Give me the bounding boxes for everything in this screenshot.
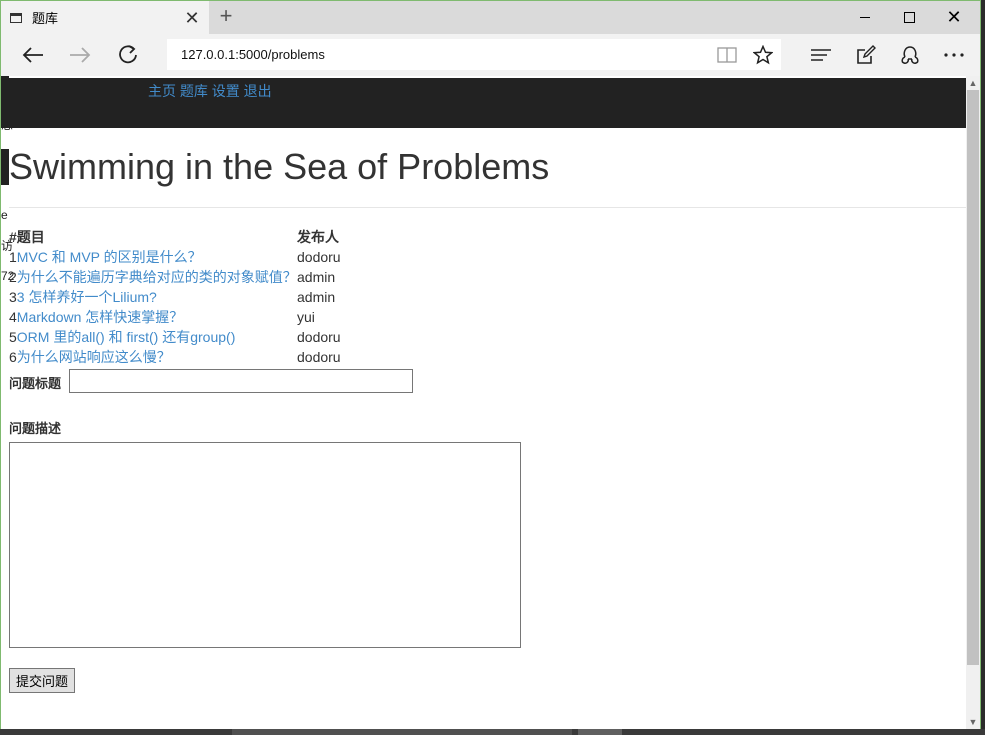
new-tab-button[interactable]: + bbox=[214, 5, 238, 29]
problems-table: #题目 发布人 1MVC 和 MVP 的区别是什么？ dodoru 2为什么不能… bbox=[9, 227, 341, 367]
background-bar bbox=[1, 149, 9, 185]
refresh-button[interactable] bbox=[108, 34, 148, 76]
table-header-row: #题目 发布人 bbox=[9, 227, 341, 247]
nav-link-settings[interactable]: 设置 bbox=[212, 83, 240, 99]
divider bbox=[9, 207, 966, 208]
page-title: Swimming in the Sea of Problems bbox=[9, 146, 550, 187]
back-arrow-icon bbox=[22, 47, 43, 63]
maximize-icon bbox=[903, 12, 915, 23]
site-nav-links: 主页 题库 设置 退出 bbox=[148, 81, 272, 101]
problem-author: admin bbox=[297, 269, 336, 285]
web-note-button[interactable] bbox=[846, 34, 886, 76]
submit-button[interactable]: 提交问题 bbox=[9, 668, 76, 693]
favorite-star-icon bbox=[753, 44, 773, 64]
browser-window: 题库 ✕ + ✕ 127.0.0.1:5000/problems m 思 e 访… bbox=[0, 0, 981, 730]
problem-link[interactable]: Markdown 怎样快速掌握？ bbox=[17, 309, 183, 325]
problem-id: 2 bbox=[9, 269, 17, 285]
problem-link[interactable]: MVC 和 MVP 的区别是什么？ bbox=[17, 249, 202, 265]
problem-id: 6 bbox=[9, 349, 17, 365]
more-icon bbox=[944, 53, 964, 57]
web-note-icon bbox=[857, 45, 876, 64]
problem-author: dodoru bbox=[297, 329, 341, 345]
problem-link[interactable]: 为什么不能遍历字典给对应的类的对象赋值？ bbox=[17, 269, 297, 285]
problem-cell: 33 怎样养好一个Lilium? bbox=[9, 287, 297, 307]
nav-link-home[interactable]: 主页 bbox=[148, 83, 176, 99]
scrollbar-thumb[interactable] bbox=[967, 90, 979, 665]
hub-icon bbox=[811, 49, 831, 61]
table-row: 1MVC 和 MVP 的区别是什么？ dodoru bbox=[9, 247, 341, 267]
table-row: 5ORM 里的all() 和 first() 还有group() dodoru bbox=[9, 327, 341, 347]
background-fragment: e bbox=[1, 208, 8, 222]
table-row: 33 怎样养好一个Lilium? admin bbox=[9, 287, 341, 307]
forward-button[interactable] bbox=[60, 34, 100, 76]
refresh-icon bbox=[119, 45, 137, 64]
taskbar-segment bbox=[232, 729, 572, 735]
nav-link-problems[interactable]: 题库 bbox=[180, 83, 208, 99]
table-row: 2为什么不能遍历字典给对应的类的对象赋值？ admin bbox=[9, 267, 341, 287]
page-viewport: m 思 e 访 72 主页 题库 设置 退出 Swimming in the S… bbox=[1, 76, 980, 729]
problem-author: admin bbox=[297, 289, 336, 305]
description-label: 问题描述 bbox=[9, 421, 62, 436]
vertical-scrollbar[interactable]: ▲ ▼ bbox=[966, 76, 980, 729]
problem-cell: 1MVC 和 MVP 的区别是什么？ bbox=[9, 247, 297, 267]
url-text[interactable]: 127.0.0.1:5000/problems bbox=[181, 47, 709, 62]
favorite-button[interactable] bbox=[745, 39, 781, 70]
title-label: 问题标题 bbox=[9, 376, 62, 391]
title-input[interactable] bbox=[69, 369, 413, 393]
problem-cell: 4Markdown 怎样快速掌握？ bbox=[9, 307, 297, 327]
header-author: 发布人 bbox=[297, 229, 339, 245]
tab-close-icon[interactable]: ✕ bbox=[181, 9, 203, 27]
forward-arrow-icon bbox=[70, 47, 91, 63]
share-icon bbox=[901, 46, 919, 64]
problem-author: yui bbox=[297, 309, 315, 325]
reading-view-button[interactable] bbox=[709, 39, 745, 70]
scroll-up-icon[interactable]: ▲ bbox=[966, 78, 980, 88]
header-num: # bbox=[9, 229, 17, 245]
problem-cell: 5ORM 里的all() 和 first() 还有group() bbox=[9, 327, 297, 347]
taskbar-segment bbox=[578, 729, 622, 735]
problem-id: 3 bbox=[9, 289, 17, 305]
page-icon bbox=[10, 12, 22, 23]
problem-id: 1 bbox=[9, 249, 17, 265]
scroll-down-icon[interactable]: ▼ bbox=[966, 717, 980, 727]
maximize-button[interactable] bbox=[886, 1, 932, 34]
problem-id: 4 bbox=[9, 309, 17, 325]
share-button[interactable] bbox=[890, 34, 930, 76]
table-row: 4Markdown 怎样快速掌握？ yui bbox=[9, 307, 341, 327]
close-window-button[interactable]: ✕ bbox=[931, 1, 977, 34]
problem-id: 5 bbox=[9, 329, 17, 345]
problem-cell: 6为什么网站响应这么慢？ bbox=[9, 347, 297, 367]
problem-author: dodoru bbox=[297, 349, 341, 365]
hub-button[interactable] bbox=[801, 34, 841, 76]
description-textarea[interactable] bbox=[9, 442, 521, 648]
problem-link[interactable]: ORM 里的all() 和 first() 还有group() bbox=[17, 329, 236, 345]
tab-bar: 题库 ✕ + ✕ bbox=[1, 1, 980, 34]
reading-view-icon bbox=[717, 46, 737, 63]
minimize-icon bbox=[860, 17, 870, 18]
taskbar-edge bbox=[0, 729, 985, 735]
problem-cell: 2为什么不能遍历字典给对应的类的对象赋值？ bbox=[9, 267, 297, 287]
site-navbar: 主页 题库 设置 退出 bbox=[9, 78, 966, 128]
problem-link[interactable]: 3 怎样养好一个Lilium? bbox=[17, 289, 157, 305]
tab-title: 题库 bbox=[32, 11, 59, 26]
close-icon: ✕ bbox=[946, 7, 962, 27]
nav-link-logout[interactable]: 退出 bbox=[244, 83, 272, 99]
problem-link[interactable]: 为什么网站响应这么慢？ bbox=[17, 349, 171, 365]
problem-author: dodoru bbox=[297, 249, 341, 265]
header-title-text: 题目 bbox=[16, 229, 45, 245]
header-title: #题目 bbox=[9, 227, 297, 247]
back-button[interactable] bbox=[13, 34, 53, 76]
more-button[interactable] bbox=[934, 34, 974, 76]
tab-active[interactable]: 题库 ✕ bbox=[1, 1, 209, 34]
navigation-bar: 127.0.0.1:5000/problems bbox=[1, 34, 980, 76]
table-row: 6为什么网站响应这么慢？ dodoru bbox=[9, 347, 341, 367]
minimize-button[interactable] bbox=[842, 1, 888, 34]
background-window-edge: m 思 e 访 72 bbox=[1, 76, 14, 729]
address-bar[interactable]: 127.0.0.1:5000/problems bbox=[167, 39, 781, 70]
